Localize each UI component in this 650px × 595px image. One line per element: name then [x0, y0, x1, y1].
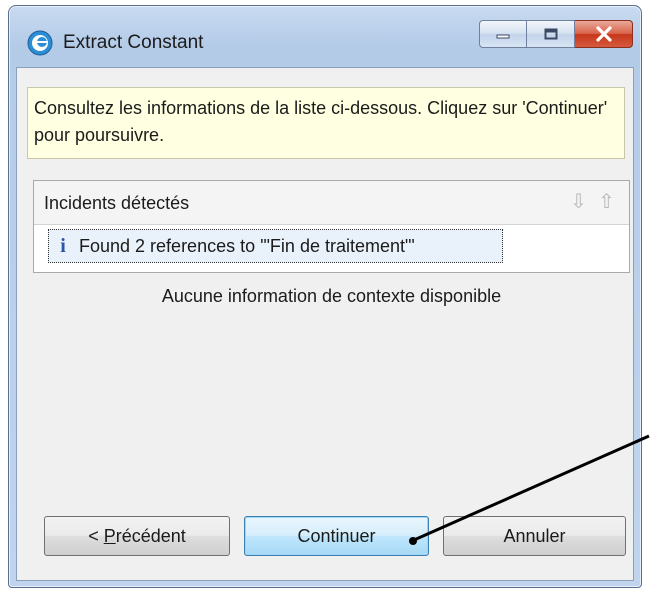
next-issue-arrow-icon[interactable]: ⇩: [570, 189, 587, 214]
previous-button-prefix: <: [88, 525, 104, 546]
window-title: Extract Constant: [63, 32, 204, 53]
window-controls: [479, 20, 633, 50]
continue-button-label: Continuer: [297, 525, 376, 546]
minimize-button[interactable]: [479, 20, 527, 48]
previous-button-mnemonic: P: [103, 525, 116, 546]
previous-issue-arrow-icon[interactable]: ⇧: [598, 189, 615, 214]
close-button[interactable]: [575, 20, 633, 48]
previous-button-label: récédent: [115, 525, 186, 546]
previous-button[interactable]: < Précédent: [44, 516, 230, 556]
continue-button[interactable]: Continuer: [244, 516, 429, 556]
issues-list-title: Incidents détectés: [44, 193, 190, 213]
info-icon: i: [60, 234, 66, 257]
info-message: Consultez les informations de la liste c…: [27, 87, 625, 159]
maximize-icon: [544, 28, 557, 40]
issue-text: Found 2 references to '"Fin de traitemen…: [79, 235, 415, 256]
maximize-button[interactable]: [527, 20, 575, 48]
list-item[interactable]: i Found 2 references to '"Fin de traitem…: [48, 229, 503, 263]
issues-list-header: Incidents détectés ⇩ ⇧: [34, 181, 629, 225]
minimize-icon: [496, 34, 510, 39]
issues-list: Incidents détectés ⇩ ⇧ i Found 2 referen…: [33, 180, 630, 273]
context-message: Aucune information de contexte disponibl…: [161, 286, 502, 306]
eclipse-app-icon: [27, 30, 53, 56]
cancel-button[interactable]: Annuler: [443, 516, 626, 556]
close-icon: [595, 26, 612, 42]
cancel-button-label: Annuler: [503, 525, 566, 546]
